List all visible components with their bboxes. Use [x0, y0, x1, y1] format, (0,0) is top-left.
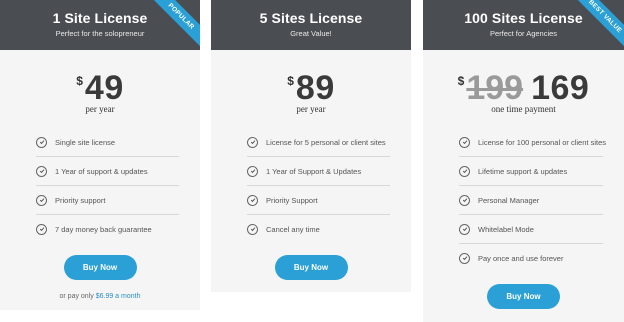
- price-block: $ 49 per year: [0, 70, 200, 128]
- check-circle-icon: [247, 136, 258, 148]
- check-circle-icon: [36, 165, 47, 177]
- price-amount: 49: [84, 69, 124, 107]
- check-circle-icon: [459, 165, 470, 177]
- check-circle-icon: [36, 136, 47, 148]
- feature-label: 7 day money back guarantee: [55, 224, 152, 234]
- feature-list: License for 5 personal or client sites 1…: [211, 128, 411, 243]
- feature-item: Priority support: [36, 186, 179, 215]
- feature-item: License for 100 personal or client sites: [459, 128, 606, 157]
- monthly-option-note: or pay only $6.99 a month: [0, 293, 200, 300]
- old-price-amount: 199: [466, 69, 524, 107]
- plan-subtitle: Great Value!: [290, 29, 332, 38]
- feature-item: Whitelabel Mode: [459, 215, 603, 244]
- plan-subtitle: Perfect for Agencies: [489, 29, 558, 38]
- feature-label: Cancel any time: [266, 224, 320, 234]
- feature-label: 1 Year of Support & Updates: [266, 166, 362, 176]
- price-block: $ 199 169 one time payment: [423, 70, 624, 128]
- check-circle-icon: [247, 194, 258, 206]
- price-amount: 89: [295, 69, 335, 107]
- feature-label: Single site license: [55, 137, 116, 147]
- check-circle-icon: [459, 136, 470, 148]
- feature-item: Personal Manager: [459, 186, 603, 215]
- currency-symbol: $: [287, 74, 294, 88]
- billing-period: one time payment: [491, 104, 556, 114]
- price-amount: 169: [531, 69, 590, 107]
- monthly-price-link[interactable]: $6.99 a month: [96, 293, 141, 300]
- check-circle-icon: [247, 223, 258, 235]
- price-block: $ 89 per year: [211, 70, 411, 128]
- feature-item: Priority Support: [247, 186, 390, 215]
- buy-now-button[interactable]: Buy Now: [63, 255, 137, 280]
- feature-label: 1 Year of support & updates: [55, 166, 148, 176]
- check-circle-icon: [36, 223, 47, 235]
- feature-label: Priority support: [55, 195, 106, 205]
- pricing-card-1-site: 1 Site License Perfect for the soloprene…: [0, 0, 200, 310]
- check-circle-icon: [459, 194, 470, 206]
- feature-item: 1 Year of Support & Updates: [247, 157, 390, 186]
- feature-label: License for 5 personal or client sites: [266, 137, 386, 147]
- feature-item: 1 Year of support & updates: [36, 157, 179, 186]
- currency-symbol: $: [457, 74, 465, 88]
- feature-item: License for 5 personal or client sites: [247, 128, 390, 157]
- card-header: 5 Sites License Great Value!: [211, 0, 411, 50]
- currency-symbol: $: [76, 74, 83, 88]
- feature-item: Single site license: [36, 128, 179, 157]
- feature-label: Priority Support: [266, 195, 318, 205]
- feature-item: Cancel any time: [247, 215, 390, 243]
- feature-label: Pay once and use forever: [478, 253, 564, 263]
- buy-now-button[interactable]: Buy Now: [487, 284, 560, 309]
- check-circle-icon: [459, 223, 470, 235]
- pricing-card-100-sites: 100 Sites License Perfect for Agencies B…: [423, 0, 624, 322]
- feature-label: License for 100 personal or client sites: [478, 137, 606, 147]
- footnote-text: or pay only: [59, 293, 94, 300]
- buy-now-button[interactable]: Buy Now: [274, 255, 348, 280]
- feature-label: Personal Manager: [478, 195, 540, 205]
- pricing-card-5-sites: 5 Sites License Great Value! $ 89 per ye…: [211, 0, 411, 292]
- check-circle-icon: [36, 194, 47, 206]
- feature-label: Whitelabel Mode: [478, 224, 534, 234]
- feature-list: License for 100 personal or client sites…: [423, 128, 624, 272]
- feature-item: Pay once and use forever: [459, 244, 603, 272]
- check-circle-icon: [459, 252, 470, 264]
- check-circle-icon: [247, 165, 258, 177]
- feature-label: Lifetime support & updates: [478, 166, 568, 176]
- billing-period: per year: [296, 104, 326, 114]
- card-header: 1 Site License Perfect for the soloprene…: [0, 0, 200, 50]
- feature-item: 7 day money back guarantee: [36, 215, 179, 243]
- plan-subtitle: Perfect for the solopreneur: [55, 29, 145, 38]
- card-header: 100 Sites License Perfect for Agencies B…: [423, 0, 624, 50]
- feature-list: Single site license 1 Year of support & …: [0, 128, 200, 243]
- feature-item: Lifetime support & updates: [459, 157, 603, 186]
- plan-title: 5 Sites License: [259, 10, 363, 26]
- billing-period: per year: [85, 104, 115, 114]
